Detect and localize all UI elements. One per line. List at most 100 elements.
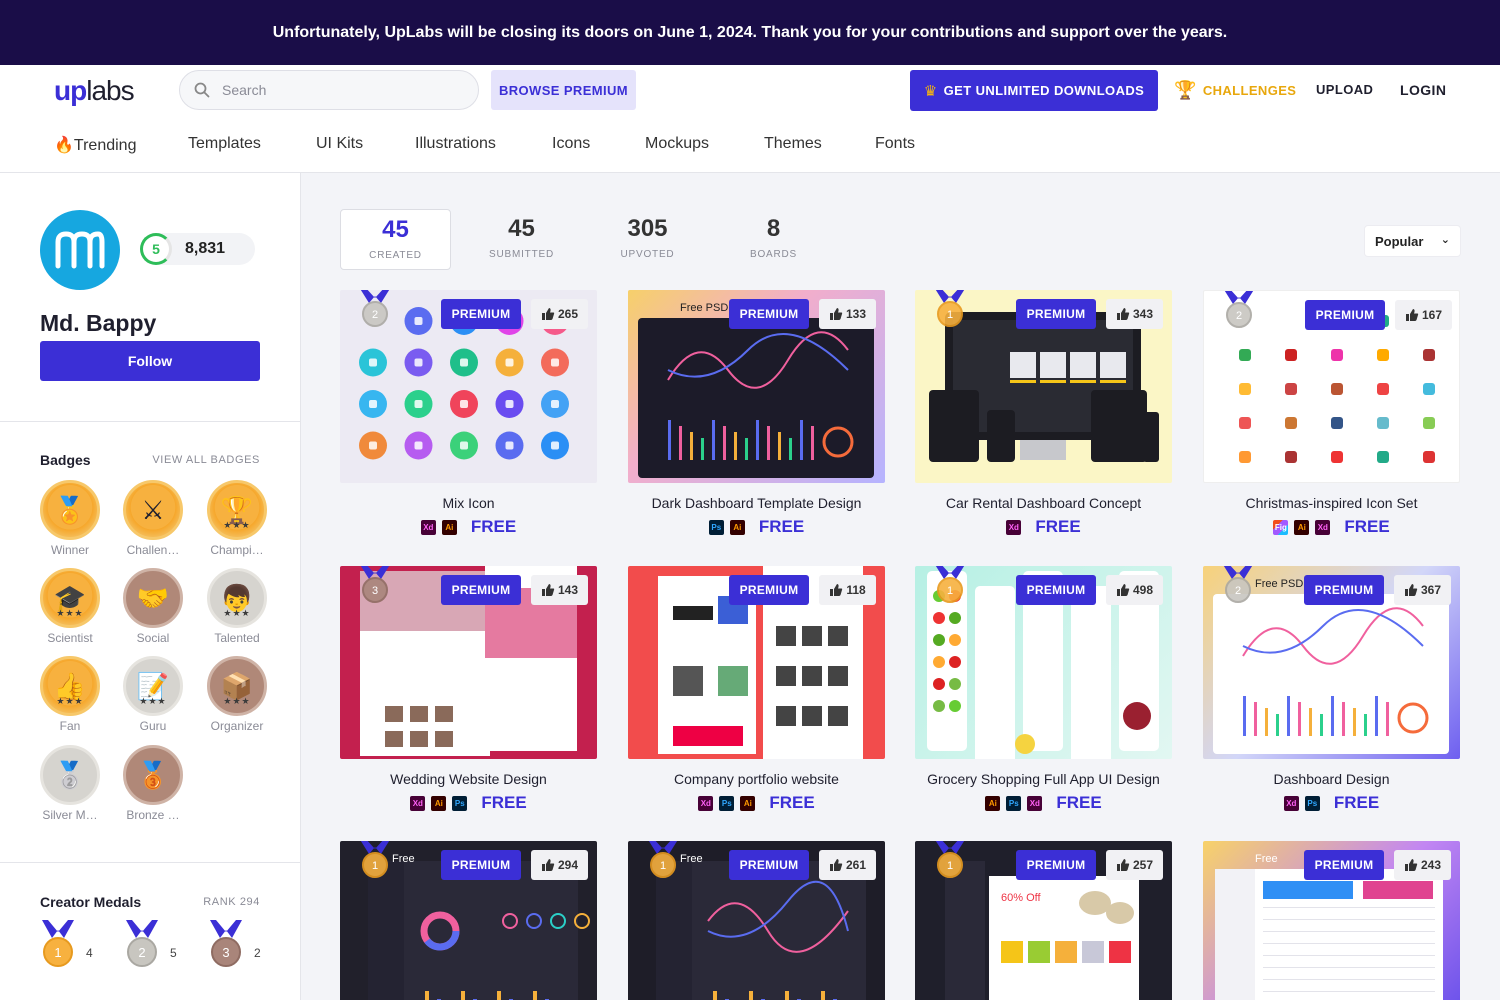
premium-badge[interactable]: PREMIUM	[441, 850, 521, 880]
project-card[interactable]: 3 PREMIUM 143 Wedding Website Design Xd Ai Ps F…	[340, 566, 597, 813]
nav-item-illustrations[interactable]: Illustrations	[415, 135, 552, 157]
sort-dropdown[interactable]: Popular ⌄	[1365, 226, 1460, 256]
nav-item-mockups[interactable]: Mockups	[645, 135, 764, 157]
project-thumbnail[interactable]: 60% Off 1 PREMIUM 257	[915, 841, 1172, 1000]
like-button[interactable]: 498	[1106, 575, 1163, 605]
nav-item-fonts[interactable]: Fonts	[875, 135, 915, 157]
like-button[interactable]: 167	[1395, 300, 1452, 330]
project-thumbnail[interactable]: 2 PREMIUM 167	[1203, 290, 1460, 483]
project-title[interactable]: Christmas-inspired Icon Set	[1203, 495, 1460, 511]
project-card[interactable]: Free PREMIUM 243	[1203, 841, 1460, 1000]
premium-badge[interactable]: PREMIUM	[1016, 850, 1096, 880]
project-card[interactable]: Free 1 PREMIUM 261	[628, 841, 885, 1000]
tab-boards[interactable]: 8 BOARDS	[718, 209, 829, 270]
badge-champion[interactable]: 🏆 ★★★ Champi…	[206, 480, 268, 557]
ps-file-icon: Ps	[708, 519, 724, 535]
project-card[interactable]: 1 PREMIUM 498 Grocery Shopping Full App UI …	[915, 566, 1172, 813]
badge-talented[interactable]: 👦 ★★★ Talented	[206, 568, 268, 645]
premium-badge[interactable]: PREMIUM	[729, 850, 809, 880]
project-card[interactable]: Free 1 PREMIUM 294	[340, 841, 597, 1000]
thumbnail-overlay-text: Free	[392, 853, 415, 865]
premium-badge[interactable]: PREMIUM	[1304, 575, 1384, 605]
search-input[interactable]	[222, 82, 452, 98]
badge-scientist[interactable]: 🎓 ★★★ Scientist	[39, 568, 101, 645]
premium-badge[interactable]: PREMIUM	[1304, 850, 1384, 880]
upload-link[interactable]: UPLOAD	[1316, 82, 1373, 97]
project-title[interactable]: Car Rental Dashboard Concept	[915, 495, 1172, 511]
project-thumbnail[interactable]: Free 1 PREMIUM 294	[340, 841, 597, 1000]
badge-bronze-medal[interactable]: 🥉 Bronze …	[122, 745, 184, 822]
like-button[interactable]: 261	[819, 850, 876, 880]
project-card[interactable]: PREMIUM 118 Company portfolio website Xd Ps A…	[628, 566, 885, 813]
project-title[interactable]: Dashboard Design	[1203, 771, 1460, 787]
project-thumbnail[interactable]: Free PSD D PREMIUM 133	[628, 290, 885, 483]
xd-file-icon: Xd	[1283, 795, 1299, 811]
project-title[interactable]: Wedding Website Design	[340, 771, 597, 787]
trophy-icon: 🏆	[1174, 79, 1197, 100]
login-link[interactable]: LOGIN	[1400, 82, 1446, 98]
like-count: 261	[845, 858, 867, 872]
like-button[interactable]: 243	[1394, 850, 1451, 880]
search-box[interactable]	[179, 70, 479, 110]
avatar[interactable]	[40, 210, 120, 290]
nav-item-icons[interactable]: Icons	[552, 135, 645, 157]
project-card[interactable]: 60% Off 1 PREMIUM 257	[915, 841, 1172, 1000]
project-thumbnail[interactable]: Free PSD D 2 PREMIUM 367	[1203, 566, 1460, 759]
like-button[interactable]: 265	[531, 299, 588, 329]
badge-silver-medal[interactable]: 🥈 Silver M…	[39, 745, 101, 822]
premium-badge[interactable]: PREMIUM	[441, 575, 521, 605]
nav-item-themes[interactable]: Themes	[764, 135, 875, 157]
tab-submitted[interactable]: 45 SUBMITTED	[466, 209, 577, 270]
project-thumbnail[interactable]: PREMIUM 118	[628, 566, 885, 759]
project-thumbnail[interactable]: 2 PREMIUM 265	[340, 290, 597, 483]
tab-created[interactable]: 45 CREATED	[340, 209, 451, 270]
project-thumbnail[interactable]: 3 PREMIUM 143	[340, 566, 597, 759]
badge-fan[interactable]: 👍 ★★★ Fan	[39, 656, 101, 733]
project-thumbnail[interactable]: Free 1 PREMIUM 261	[628, 841, 885, 1000]
badge-social[interactable]: 🤝 Social	[122, 568, 184, 645]
like-button[interactable]: 257	[1106, 850, 1163, 880]
stat-value: 45	[508, 215, 535, 242]
project-thumbnail[interactable]: 1 PREMIUM 343	[915, 290, 1172, 483]
badge-organizer[interactable]: 📦 ★★★ Organizer	[206, 656, 268, 733]
project-title[interactable]: Company portfolio website	[628, 771, 885, 787]
premium-badge[interactable]: PREMIUM	[1016, 299, 1096, 329]
project-title[interactable]: Grocery Shopping Full App UI Design	[915, 771, 1172, 787]
nav-item-templates[interactable]: Templates	[188, 135, 316, 157]
nav-item-trending[interactable]: 🔥Trending	[54, 135, 188, 157]
premium-badge[interactable]: PREMIUM	[729, 575, 809, 605]
browse-premium-button[interactable]: BROWSE PREMIUM	[491, 70, 636, 110]
badge-guru[interactable]: 📝 ★★★ Guru	[122, 656, 184, 733]
premium-badge[interactable]: PREMIUM	[1016, 575, 1096, 605]
nav-item-ui-kits[interactable]: UI Kits	[316, 135, 415, 157]
badge-winner[interactable]: 🏅 Winner	[39, 480, 101, 557]
star-rating: ★★★	[56, 608, 84, 618]
like-button[interactable]: 367	[1394, 575, 1451, 605]
premium-badge[interactable]: PREMIUM	[441, 299, 521, 329]
project-title[interactable]: Dark Dashboard Template Design	[628, 495, 885, 511]
like-button[interactable]: 294	[531, 850, 588, 880]
view-all-badges-link[interactable]: VIEW ALL BADGES	[152, 454, 260, 466]
project-title[interactable]: Mix Icon	[340, 495, 597, 511]
project-thumbnail[interactable]: 1 PREMIUM 498	[915, 566, 1172, 759]
like-button[interactable]: 143	[531, 575, 588, 605]
like-button[interactable]: 343	[1106, 299, 1163, 329]
project-card[interactable]: Free PSD D 2 PREMIUM 367 Dashboard Design Xd P…	[1203, 566, 1460, 813]
follow-button[interactable]: Follow	[40, 341, 260, 381]
badge-challenger[interactable]: ⚔ Challen…	[122, 480, 184, 557]
badge-label: Social	[136, 631, 170, 645]
stat-value: 305	[627, 215, 668, 242]
like-button[interactable]: 133	[819, 299, 876, 329]
project-card[interactable]: Free PSD D PREMIUM 133 Dark Dashboard Templ…	[628, 290, 885, 537]
tab-upvoted[interactable]: 305 UPVOTED	[592, 209, 703, 270]
project-thumbnail[interactable]: Free PREMIUM 243	[1203, 841, 1460, 1000]
like-button[interactable]: 118	[819, 575, 876, 605]
project-card[interactable]: 1 PREMIUM 343 Car Rental Dashboard Concept X…	[915, 290, 1172, 537]
premium-badge[interactable]: PREMIUM	[1305, 300, 1385, 330]
project-card[interactable]: 2 PREMIUM 167 Christmas-inspired Icon Set Fi…	[1203, 290, 1460, 537]
project-card[interactable]: 2 PREMIUM 265 Mix Icon Xd Ai FREE	[340, 290, 597, 537]
get-unlimited-downloads-button[interactable]: ♛ GET UNLIMITED DOWNLOADS	[910, 70, 1158, 111]
uplabs-logo[interactable]: up labs	[54, 75, 135, 106]
premium-badge[interactable]: PREMIUM	[729, 299, 809, 329]
challenges-link[interactable]: 🏆 CHALLENGES	[1174, 77, 1296, 103]
